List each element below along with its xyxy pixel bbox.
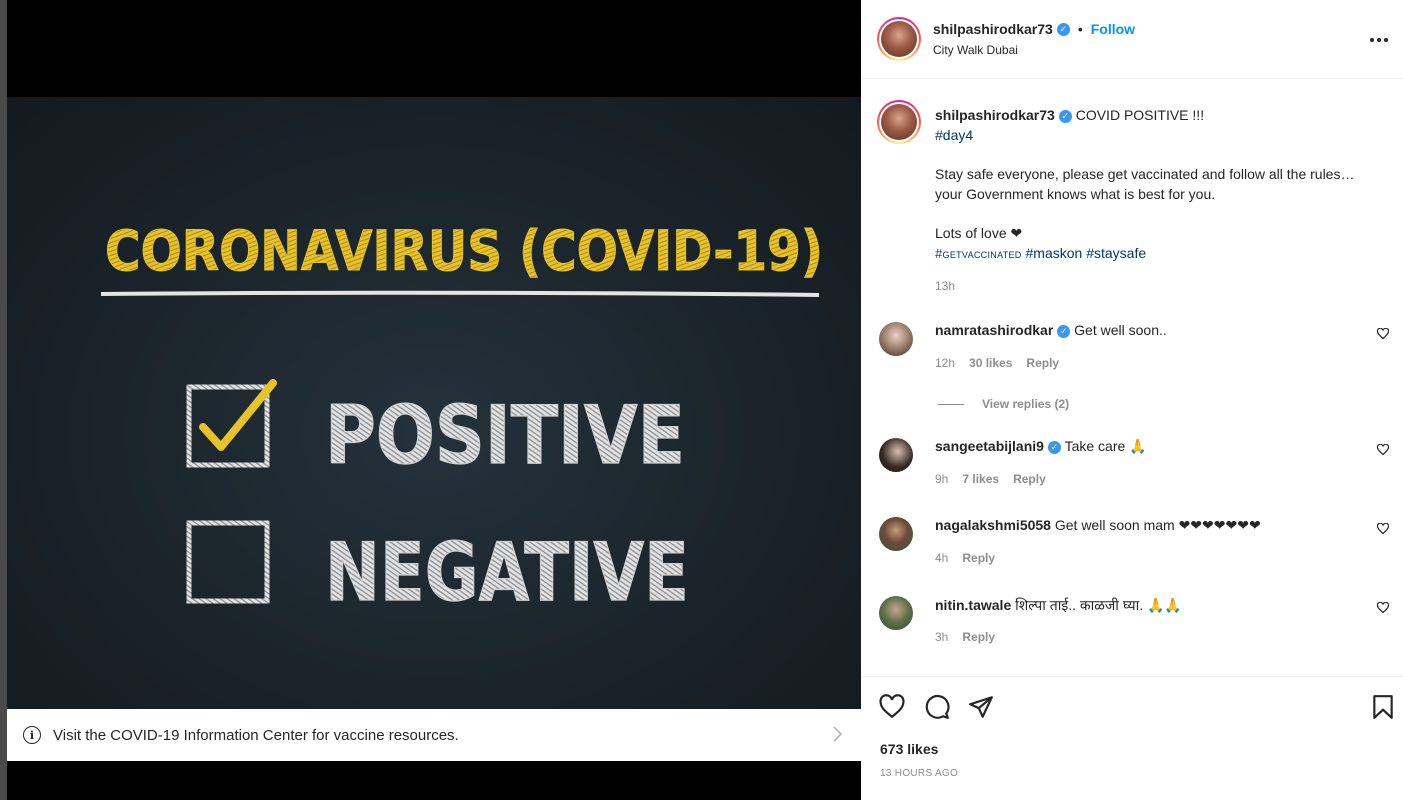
commenter-username[interactable]: sangeetabijlani9 — [935, 438, 1044, 454]
commenter-avatar[interactable] — [879, 517, 913, 551]
post-time-ago[interactable]: 13 HOURS AGO — [880, 768, 958, 779]
post-image: CORONAVIRUS (COVID-19) POSITIVE NEGATIVE — [7, 97, 861, 709]
photo-title: CORONAVIRUS (COVID-19) — [105, 219, 823, 283]
post-actions: 673 likes 13 HOURS AGO — [861, 676, 1403, 800]
hashtag-day[interactable]: #day4 — [935, 127, 973, 143]
commenter-avatar[interactable] — [879, 438, 913, 472]
reply-button[interactable]: Reply — [962, 630, 995, 644]
comment-text: Get well soon.. — [1074, 322, 1167, 338]
info-icon: i — [23, 726, 41, 744]
checkmark — [199, 379, 277, 451]
more-options-icon[interactable] — [1367, 28, 1391, 52]
caption-username[interactable]: shilpashirodkar73 — [935, 107, 1055, 123]
comment-text: Take care 🙏 — [1064, 438, 1147, 454]
heart-icon[interactable] — [1377, 444, 1389, 456]
reply-button[interactable]: Reply — [1026, 356, 1059, 370]
heart-icon[interactable] — [1377, 328, 1389, 340]
hashtag[interactable]: #getvaccinated — [935, 246, 1022, 261]
follow-button[interactable]: Follow — [1091, 21, 1135, 37]
heart-icon[interactable] — [1377, 523, 1389, 535]
commenter-username[interactable]: nitin.tawale — [935, 597, 1011, 613]
comment-text: Get well soon mam ❤❤❤❤❤❤❤ — [1054, 517, 1261, 533]
author-avatar[interactable] — [877, 17, 921, 61]
option-negative: NEGATIVE — [325, 526, 689, 619]
commenter-username[interactable]: nagalakshmi5058 — [935, 517, 1051, 533]
post-location[interactable]: City Walk Dubai — [933, 43, 1018, 57]
view-replies-button[interactable]: View replies (2) — [938, 397, 1069, 411]
checkbox-negative — [186, 520, 270, 604]
post-media[interactable]: CORONAVIRUS (COVID-19) POSITIVE NEGATIVE… — [7, 0, 861, 800]
caption-headline: COVID POSITIVE !!! — [1075, 107, 1205, 123]
comment-bubble-icon[interactable] — [924, 694, 950, 720]
caption-line: Stay safe everyone, please get vaccinate… — [935, 166, 1355, 182]
comment-time[interactable]: 9h — [935, 472, 948, 486]
comment-time[interactable]: 12h — [935, 356, 955, 370]
verified-badge-icon: ✓ — [1056, 22, 1070, 36]
verified-badge-icon: ✓ — [1058, 109, 1072, 123]
commenter-avatar[interactable] — [879, 596, 913, 630]
post-header: shilpashirodkar73 ✓ • Follow City Walk D… — [861, 0, 1403, 79]
like-heart-icon[interactable] — [879, 694, 905, 720]
author-username[interactable]: shilpashirodkar73 — [933, 21, 1053, 37]
verified-badge-icon: ✓ — [1047, 440, 1061, 454]
commenter-avatar[interactable] — [879, 322, 913, 356]
save-bookmark-icon[interactable] — [1370, 694, 1396, 720]
comment-text: शिल्पा ताई.. काळजी घ्या. 🙏🙏 — [1015, 597, 1182, 613]
instagram-post-modal: CORONAVIRUS (COVID-19) POSITIVE NEGATIVE… — [0, 0, 1403, 800]
comment-time[interactable]: 3h — [935, 630, 948, 644]
likes-count[interactable]: 673 likes — [880, 741, 938, 757]
reply-button[interactable]: Reply — [962, 551, 995, 565]
chevron-right-icon — [833, 726, 843, 742]
commenter-username[interactable]: namratashirodkar — [935, 322, 1053, 338]
hashtag[interactable]: #staysafe — [1086, 245, 1146, 261]
caption-time[interactable]: 13h — [935, 277, 1390, 297]
comment-likes[interactable]: 7 likes — [962, 472, 999, 486]
share-paper-plane-icon[interactable] — [968, 694, 994, 720]
covid-info-text: Visit the COVID-19 Information Center fo… — [53, 726, 459, 744]
view-replies-label: View replies (2) — [982, 397, 1070, 411]
comments-list[interactable]: shilpashirodkar73 ✓ COVID POSITIVE !!! #d… — [861, 80, 1403, 676]
hashtag[interactable]: #maskon — [1026, 245, 1083, 261]
covid-info-banner[interactable]: i Visit the COVID-19 Information Center … — [7, 709, 861, 761]
chalk-underline — [100, 290, 820, 297]
header-separator: • — [1077, 21, 1083, 37]
verified-badge-icon: ✓ — [1057, 324, 1071, 338]
post-side-panel: shilpashirodkar73 ✓ • Follow City Walk D… — [861, 0, 1403, 800]
reply-button[interactable]: Reply — [1013, 472, 1046, 486]
caption-author-avatar[interactable] — [877, 100, 921, 144]
heart-icon[interactable] — [1377, 602, 1389, 614]
option-positive: POSITIVE — [325, 389, 685, 482]
caption-line: Lots of love ❤ — [935, 225, 1023, 241]
comment-likes[interactable]: 30 likes — [969, 356, 1012, 370]
comment-time[interactable]: 4h — [935, 551, 948, 565]
caption-line: your Government knows what is best for y… — [935, 185, 1216, 202]
